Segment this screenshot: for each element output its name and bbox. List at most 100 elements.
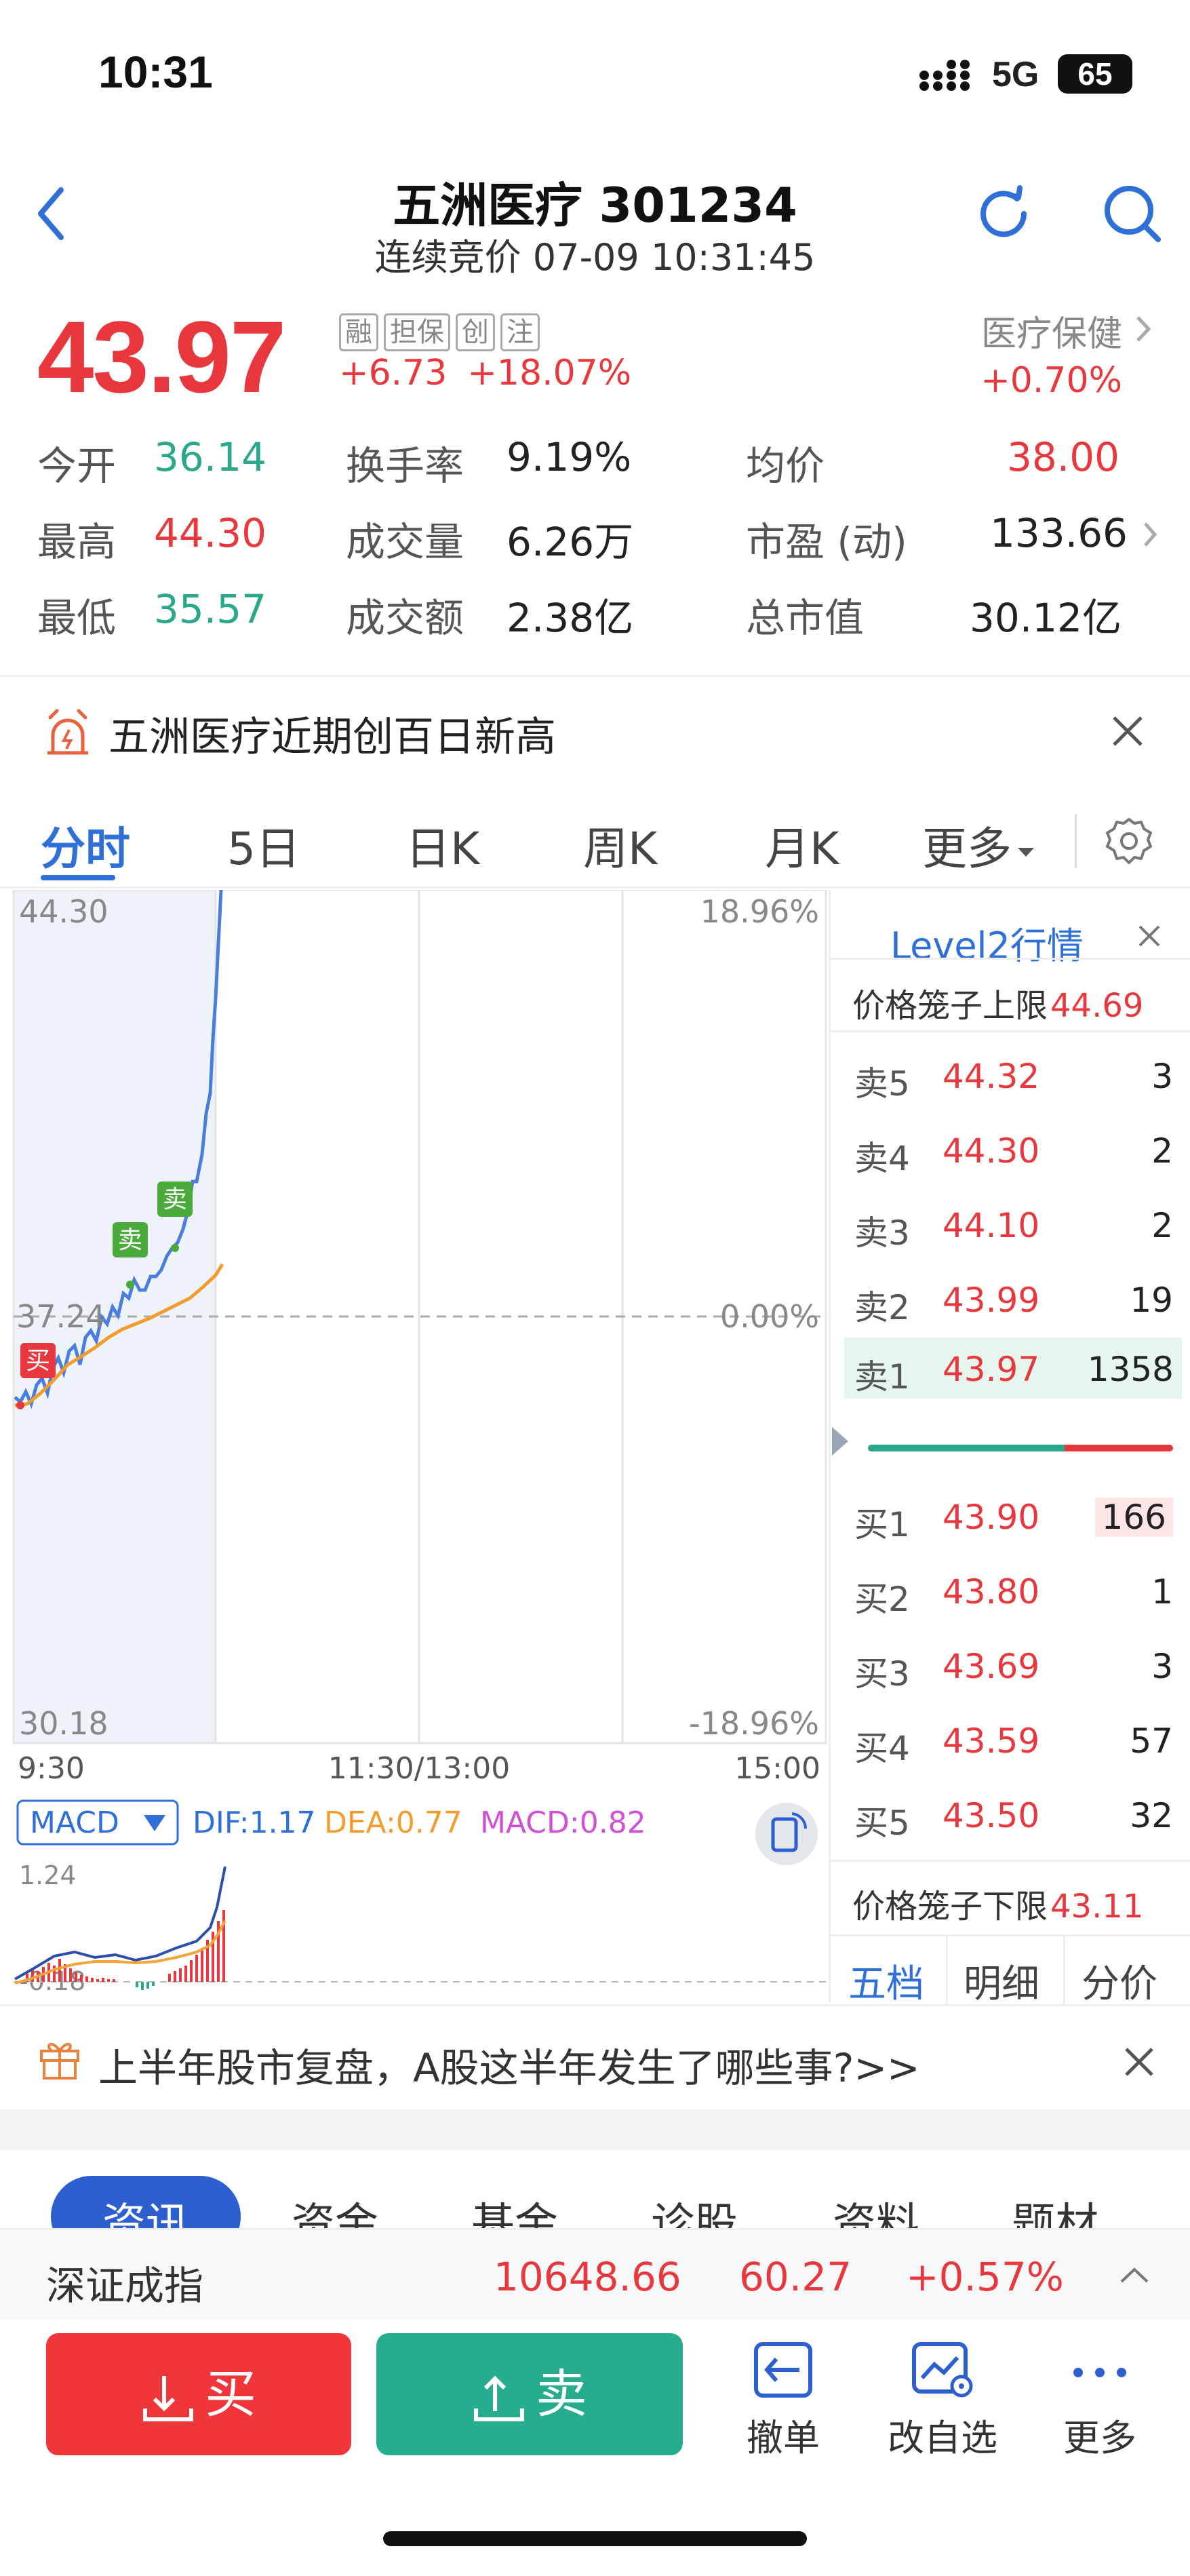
current-price: 43.97 [37,300,286,414]
active-tab-indicator [41,875,115,880]
gift-icon [40,2042,79,2080]
index-percent: +0.57% [906,2254,1064,2300]
stock-header: 五洲医疗 301234 连续竞价 07-09 10:31:45 [0,153,1190,288]
more-button[interactable]: 更多 [1032,2340,1168,2461]
bid-price: 43.59 [943,1721,1040,1761]
sector-percent: +0.70% [980,360,1122,401]
notice-banner[interactable]: 五洲医疗近期创百日新高 [0,678,1190,783]
tab-more-label: 更多 [922,823,1012,875]
ask-row[interactable]: 卖2 43.99 19 [831,1263,1190,1338]
bid-price: 43.69 [943,1647,1040,1686]
pct-axis-top: 18.96% [700,893,819,930]
close-icon[interactable] [1109,712,1147,750]
tag-chinext[interactable]: 创 [456,313,495,351]
marker-dot [171,1244,179,1252]
intraday-chart[interactable]: 卖 卖 买 44.30 37.24 30.18 18.96% 0.00% -18… [0,889,827,2002]
signal-icon [919,60,970,91]
bid-row[interactable]: 买5 43.50 32 [831,1778,1190,1853]
tab-daily-k[interactable]: 日K [405,813,479,878]
ask-level: 卖1 [854,1357,910,1397]
buy-marker-text: 买 [26,1347,50,1375]
tab-5day[interactable]: 5日 [227,813,300,878]
refresh-icon[interactable] [970,180,1037,248]
ask-row[interactable]: 卖3 44.10 2 [831,1188,1190,1263]
close-icon[interactable] [1122,2045,1156,2079]
sell-button[interactable]: 卖 [376,2333,683,2455]
market-cap-label: 总市值 [746,595,865,641]
high-label: 最高 [37,519,117,565]
bid-ask-ratio-bar [868,1445,1173,1451]
dea-line [14,1920,226,1985]
chevron-up-icon[interactable] [1117,2263,1151,2287]
cancel-order-button[interactable]: 撤单 [715,2340,851,2461]
upper-limit-label: 价格笼子上限 [852,987,1048,1025]
gear-icon[interactable] [1102,814,1156,868]
macd-dea: DEA:0.77 [324,1806,462,1840]
tab-weekly-k[interactable]: 周K [583,813,657,878]
caret-down-icon [1018,847,1034,857]
info-tabs: 资讯 资金 基金 诊股 资料 题材 [0,2150,1190,2228]
collapse-arrow-icon[interactable] [831,1424,851,1458]
sell-marker[interactable]: 卖 [157,1182,193,1217]
tab-funds[interactable]: 资金 [292,2189,378,2228]
buy-marker[interactable]: 买 [20,1343,56,1378]
level2-tabs: 五档 明细 分价 [831,1934,1190,2006]
ask-row[interactable]: 卖5 44.32 3 [831,1039,1190,1114]
tag-registration[interactable]: 注 [500,313,540,351]
tab-mutual-funds[interactable]: 基金 [471,2189,558,2228]
tab-news[interactable]: 资讯 [51,2176,241,2228]
more-label: 更多 [1063,2417,1136,2459]
avg-price-label: 均价 [746,443,825,489]
ask-price: 43.99 [943,1281,1040,1320]
tab-themes[interactable]: 题材 [1012,2189,1098,2228]
caret-down-icon [144,1815,165,1831]
close-icon[interactable] [1136,922,1163,950]
sell-icon [474,2375,524,2421]
bid-row[interactable]: 买4 43.59 57 [831,1704,1190,1778]
volume-label: 成交量 [346,519,464,565]
ask-qty: 2 [1151,1131,1173,1171]
edit-watchlist-button[interactable]: 改自选 [875,2340,1010,2461]
tab-more[interactable]: 更多 [922,813,1036,878]
chart-svg: 卖 卖 买 44.30 37.24 30.18 18.96% 0.00% -18… [12,889,827,1996]
sell-label: 卖 [536,2364,587,2424]
tab-profile[interactable]: 资料 [833,2189,919,2228]
upper-limit-value: 44.69 [1050,987,1144,1025]
bid-row[interactable]: 买1 43.90 166 [831,1480,1190,1555]
tab-details[interactable]: 明细 [964,1953,1039,2008]
bid-row[interactable]: 买3 43.69 3 [831,1629,1190,1704]
bid-row[interactable]: 买2 43.80 1 [831,1555,1190,1629]
tab-diagnosis[interactable]: 诊股 [651,2189,738,2228]
turnover-value: 9.19% [507,434,632,480]
ask-row[interactable]: 卖4 44.30 2 [831,1114,1190,1188]
pe-value[interactable]: 133.66 [990,510,1128,556]
search-icon[interactable] [1098,180,1166,248]
home-indicator[interactable] [383,2531,807,2546]
rotate-icon[interactable] [755,1803,818,1865]
price-change: +6.73 +18.07% [339,353,652,393]
lower-limit-label: 价格笼子下限 [852,1888,1048,1926]
sell-marker[interactable]: 卖 [113,1222,148,1257]
lower-limit-value: 43.11 [1050,1888,1144,1926]
tab-intraday[interactable]: 分时 [41,813,130,878]
pe-label[interactable]: 市盈 (动) [746,510,907,567]
index-ticker[interactable]: 深证成指 10648.66 60.27 +0.57% [0,2228,1190,2320]
change-amount: +6.73 [339,353,448,393]
index-value: 10648.66 [494,2254,681,2300]
tab-price-distribution[interactable]: 分价 [1082,1953,1157,2008]
tag-margin[interactable]: 融 [339,313,378,351]
sector-link[interactable]: 医疗保健 +0.70% [980,305,1153,401]
tab-five-levels[interactable]: 五档 [848,1953,924,2008]
ask-row[interactable]: 卖1 43.97 1358 [844,1338,1182,1399]
ask-qty: 1358 [1087,1350,1174,1389]
bid-qty: 166 [1094,1498,1173,1537]
pct-axis-bottom: -18.96% [689,1705,819,1742]
ask-level: 卖5 [854,1064,910,1104]
upper-price-limit: 价格笼子上限44.69 [831,958,1190,1032]
tag-collateral[interactable]: 担保 [384,313,450,351]
buy-button[interactable]: 买 [46,2333,351,2455]
notice-text: 五洲医疗近期创百日新高 [108,714,556,761]
promo-banner[interactable]: 上半年股市复盘，A股这半年发生了哪些事?>> [0,2008,1190,2109]
status-bar: 10:31 5G 65 [0,0,1190,153]
tab-monthly-k[interactable]: 月K [765,813,839,878]
